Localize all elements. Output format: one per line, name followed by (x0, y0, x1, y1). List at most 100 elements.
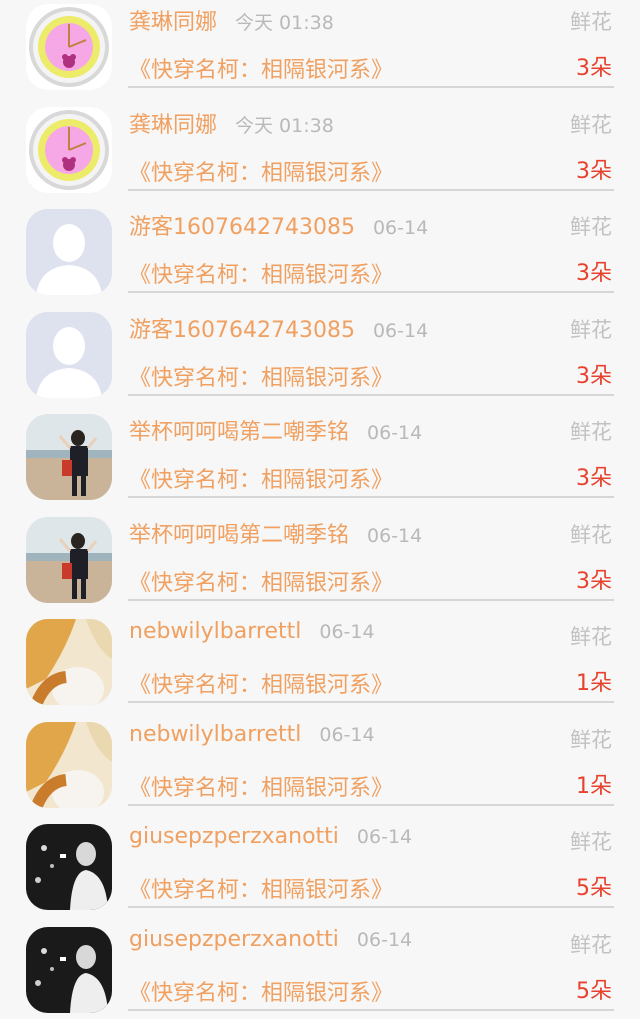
user-name[interactable]: 举杯呵呵喝第二嘲季铭 (129, 420, 349, 445)
gift-time: 06-14 (373, 320, 428, 342)
row-divider (128, 291, 614, 293)
gift-row[interactable]: 举杯呵呵喝第二嘲季铭 06-14 鲜花 《快穿名柯：相隔银河系》 3朵 (0, 507, 640, 610)
gift-time: 06-14 (319, 724, 374, 746)
user-name-line: giusepzperzxanotti 06-14 (129, 927, 412, 952)
row-divider (128, 599, 614, 601)
book-title[interactable]: 《快穿名柯：相隔银河系》 (129, 462, 393, 494)
gift-time: 06-14 (319, 621, 374, 643)
gift-type: 鲜花 (570, 6, 612, 36)
row-divider (128, 701, 614, 703)
gift-time: 06-14 (367, 525, 422, 547)
user-name[interactable]: giusepzperzxanotti (129, 824, 339, 849)
gift-type: 鲜花 (570, 211, 612, 241)
gift-row[interactable]: giusepzperzxanotti06-14 鲜花 《快穿名柯：相隔银河系》 … (0, 814, 640, 917)
gift-count: 1朵 (576, 665, 612, 697)
user-name-line: nebwilylbarrettl 06-14 (129, 619, 375, 644)
book-title[interactable]: 《快穿名柯：相隔银河系》 (129, 155, 393, 187)
user-name-line: giusepzperzxanotti 06-14 (129, 824, 412, 849)
user-name[interactable]: nebwilylbarrettl (129, 619, 301, 644)
gift-type: 鲜花 (570, 724, 612, 754)
clock-avatar-icon (26, 107, 112, 193)
avatar[interactable] (26, 927, 112, 1013)
book-title[interactable]: 《快穿名柯：相隔银河系》 (129, 360, 393, 392)
gift-count: 3朵 (576, 255, 612, 287)
gift-row[interactable]: 龚琳同娜今天 01:38 鲜花 《快穿名柯：相隔银河系》 3朵 (0, 97, 640, 200)
gift-row[interactable]: 游客1607642743085 06-14 鲜花 《快穿名柯：相隔银河系》 3朵 (0, 199, 640, 302)
avatar[interactable] (26, 4, 112, 90)
gift-type: 鲜花 (570, 109, 612, 139)
book-title[interactable]: 《快穿名柯：相隔银河系》 (129, 667, 393, 699)
gift-row[interactable]: nebwilylbarrettl 06-14 鲜花 《快穿名柯：相隔银河系》 1朵 (0, 712, 640, 815)
user-name-line: 举杯呵呵喝第二嘲季铭 06-14 (129, 517, 422, 549)
gift-type: 鲜花 (570, 519, 612, 549)
avatar[interactable] (26, 107, 112, 193)
gift-list: 龚琳同娜今天 01:38 鲜花 《快穿名柯：相隔银河系》 3朵 龚琳同娜今天 0… (0, 0, 640, 1019)
user-name[interactable]: 龚琳同娜 (129, 10, 217, 35)
user-name[interactable]: 举杯呵呵喝第二嘲季铭 (129, 523, 349, 548)
gift-time: 06-14 (357, 929, 412, 951)
avatar[interactable] (26, 619, 112, 705)
gift-type: 鲜花 (570, 826, 612, 856)
book-title[interactable]: 《快穿名柯：相隔银河系》 (129, 770, 393, 802)
avatar[interactable] (26, 824, 112, 910)
user-name-line: 游客1607642743085 06-14 (129, 312, 428, 344)
avatar[interactable] (26, 414, 112, 500)
default-user-icon (26, 312, 112, 398)
user-name[interactable]: nebwilylbarrettl (129, 722, 301, 747)
row-divider (128, 189, 614, 191)
row-divider (128, 804, 614, 806)
gift-row[interactable]: 龚琳同娜今天 01:38 鲜花 《快穿名柯：相隔银河系》 3朵 (0, 0, 640, 97)
gift-type: 鲜花 (570, 416, 612, 446)
user-name-line: nebwilylbarrettl 06-14 (129, 722, 375, 747)
blonde-photo-avatar (26, 619, 112, 705)
gift-type: 鲜花 (570, 929, 612, 959)
book-title[interactable]: 《快穿名柯：相隔银河系》 (129, 257, 393, 289)
gift-count: 3朵 (576, 460, 612, 492)
gift-type: 鲜花 (570, 314, 612, 344)
gift-type: 鲜花 (570, 621, 612, 651)
user-name[interactable]: giusepzperzxanotti (129, 927, 339, 952)
gift-row[interactable]: nebwilylbarrettl 06-14 鲜花 《快穿名柯：相隔银河系》 1朵 (0, 609, 640, 712)
book-title[interactable]: 《快穿名柯：相隔银河系》 (129, 52, 393, 84)
gift-time: 今天 01:38 (235, 12, 334, 34)
user-name[interactable]: 游客1607642743085 (129, 215, 355, 240)
gift-time: 06-14 (367, 422, 422, 444)
avatar[interactable] (26, 722, 112, 808)
gift-count: 1朵 (576, 768, 612, 800)
user-name-line: 龚琳同娜今天 01:38 (129, 107, 334, 139)
user-name-line: 游客1607642743085 06-14 (129, 209, 428, 241)
gift-count: 3朵 (576, 153, 612, 185)
user-name[interactable]: 龚琳同娜 (129, 113, 217, 138)
clock-avatar-icon (26, 4, 112, 90)
gift-count: 5朵 (576, 973, 612, 1005)
row-divider (128, 906, 614, 908)
avatar[interactable] (26, 209, 112, 295)
row-divider (128, 394, 614, 396)
avatar[interactable] (26, 312, 112, 398)
row-divider (128, 1009, 614, 1011)
gift-row[interactable]: 游客160764274308506-14 鲜花 《快穿名柯：相隔银河系》 3朵 (0, 302, 640, 405)
gift-time: 06-14 (357, 826, 412, 848)
book-title[interactable]: 《快穿名柯：相隔银河系》 (129, 565, 393, 597)
night-photo-avatar (26, 927, 112, 1013)
gift-count: 3朵 (576, 563, 612, 595)
user-name[interactable]: 游客1607642743085 (129, 318, 355, 343)
user-name-line: 龚琳同娜今天 01:38 (129, 4, 334, 36)
gift-time: 06-14 (373, 217, 428, 239)
night-photo-avatar (26, 824, 112, 910)
gift-row[interactable]: 举杯呵呵喝第二嘲季铭 06-14 鲜花 《快穿名柯：相隔银河系》 3朵 (0, 404, 640, 507)
beach-photo-avatar (26, 517, 112, 603)
default-user-icon (26, 209, 112, 295)
gift-time: 今天 01:38 (235, 115, 334, 137)
blonde-photo-avatar (26, 722, 112, 808)
user-name-line: 举杯呵呵喝第二嘲季铭 06-14 (129, 414, 422, 446)
gift-count: 5朵 (576, 870, 612, 902)
book-title[interactable]: 《快穿名柯：相隔银河系》 (129, 872, 393, 904)
book-title[interactable]: 《快穿名柯：相隔银河系》 (129, 975, 393, 1007)
beach-photo-avatar (26, 414, 112, 500)
row-divider (128, 86, 614, 88)
gift-row[interactable]: giusepzperzxanotti06-14 鲜花 《快穿名柯：相隔银河系》 … (0, 917, 640, 1019)
row-divider (128, 496, 614, 498)
gift-count: 3朵 (576, 50, 612, 82)
avatar[interactable] (26, 517, 112, 603)
